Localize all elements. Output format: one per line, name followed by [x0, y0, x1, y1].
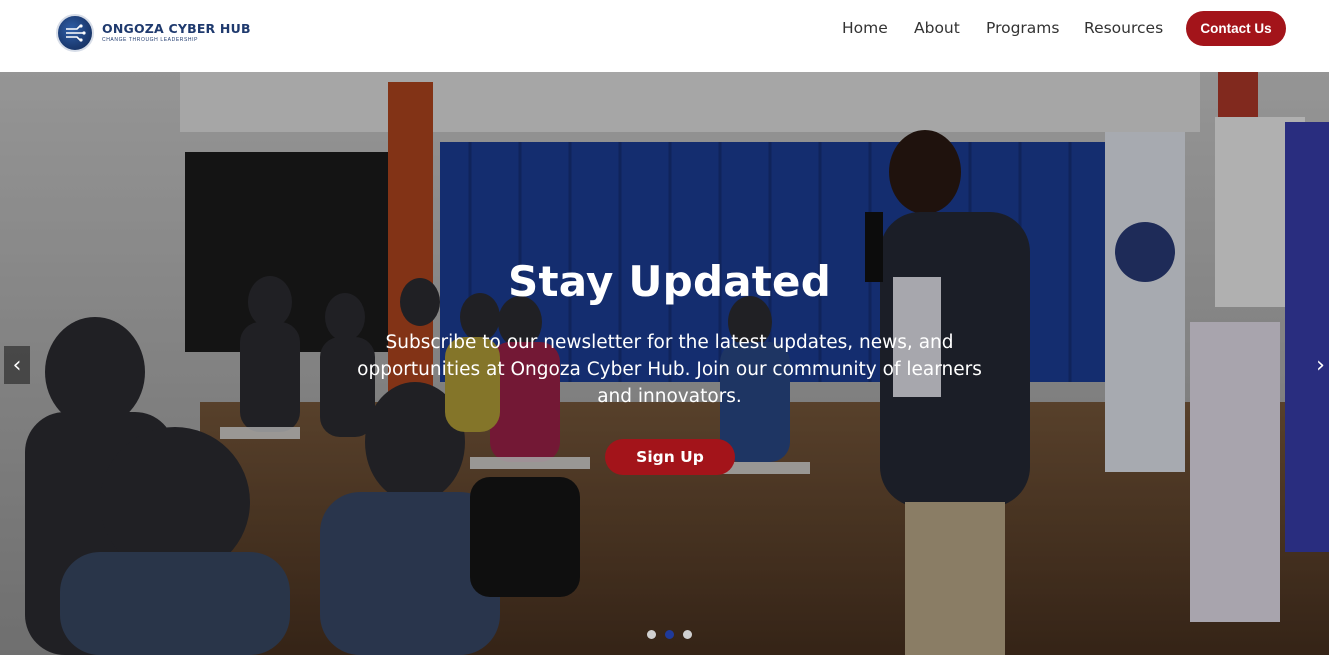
- brand-tagline: CHANGE THROUGH LEADERSHIP: [102, 36, 199, 43]
- chevron-right-icon: ›: [1316, 352, 1325, 378]
- hero-description: Subscribe to our newsletter for the late…: [357, 332, 982, 407]
- carousel-prev-button[interactable]: ‹: [4, 346, 30, 384]
- brand-name: ONGOZA CYBER HUB: [102, 21, 251, 37]
- nav-resources[interactable]: Resources: [1084, 19, 1163, 37]
- carousel-next-button[interactable]: ›: [1312, 346, 1329, 384]
- circuit-logo-icon: [56, 14, 94, 52]
- hero-title: Stay Updated: [508, 257, 831, 306]
- chevron-left-icon: ‹: [12, 352, 22, 378]
- nav-home[interactable]: Home: [842, 19, 888, 37]
- carousel-dot-1[interactable]: [647, 630, 656, 639]
- brand-logo[interactable]: ONGOZA CYBER HUB CHANGE THROUGH LEADERSH…: [56, 14, 251, 52]
- carousel-indicators: [647, 630, 692, 639]
- nav-programs[interactable]: Programs: [986, 19, 1059, 37]
- sign-up-button[interactable]: Sign Up: [605, 439, 735, 475]
- carousel-dot-2[interactable]: [665, 630, 674, 639]
- nav-about[interactable]: About: [914, 19, 960, 37]
- site-header: ONGOZA CYBER HUB CHANGE THROUGH LEADERSH…: [0, 0, 1329, 72]
- carousel-dot-3[interactable]: [683, 630, 692, 639]
- hero-carousel: Stay Updated Subscribe to our newsletter…: [0, 72, 1329, 655]
- contact-us-button[interactable]: Contact Us: [1186, 11, 1286, 46]
